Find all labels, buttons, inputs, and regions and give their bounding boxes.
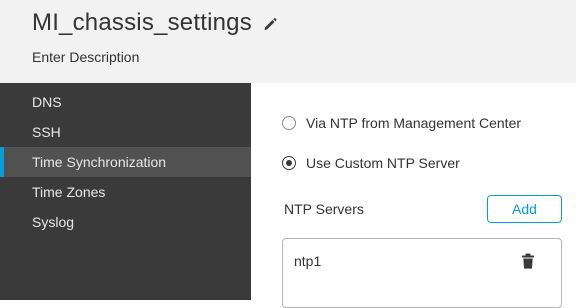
ntp-servers-label: NTP Servers	[284, 201, 364, 217]
sidebar-item-label: DNS	[32, 94, 62, 110]
sidebar-item-label: Syslog	[32, 214, 75, 230]
main-panel: Via NTP from Management Center Use Custo…	[251, 83, 576, 308]
sidebar-item-time-zones[interactable]: Time Zones	[0, 177, 251, 207]
trash-icon[interactable]	[521, 253, 535, 269]
radio-label: Use Custom NTP Server	[306, 155, 460, 171]
sidebar-item-label: SSH	[32, 124, 61, 140]
sidebar-item-dns[interactable]: DNS	[0, 87, 251, 117]
description-field[interactable]: Enter Description	[32, 49, 139, 65]
sidebar-item-ssh[interactable]: SSH	[0, 117, 251, 147]
sidebar-item-syslog[interactable]: Syslog	[0, 207, 251, 237]
sidebar-item-label: Time Zones	[32, 184, 106, 200]
sidebar: DNS SSH Time Synchronization Time Zones …	[0, 83, 251, 300]
page-title: MI_chassis_settings	[32, 9, 252, 36]
sidebar-item-time-synchronization[interactable]: Time Synchronization	[0, 147, 251, 177]
pencil-icon[interactable]	[262, 16, 278, 32]
radio-button-unchecked[interactable]	[282, 116, 296, 130]
custom-ntp-server-option[interactable]: Use Custom NTP Server	[282, 155, 460, 171]
title-row: MI_chassis_settings	[32, 9, 278, 37]
page-header: MI_chassis_settings Enter Description	[0, 0, 576, 83]
radio-label: Via NTP from Management Center	[306, 115, 522, 131]
radio-button-checked[interactable]	[282, 156, 296, 170]
add-button[interactable]: Add	[487, 195, 562, 223]
list-item: ntp1	[294, 253, 322, 269]
sidebar-item-label: Time Synchronization	[32, 154, 167, 170]
ntp-from-management-center-option[interactable]: Via NTP from Management Center	[282, 115, 521, 131]
ntp-server-list: ntp1	[282, 238, 562, 308]
